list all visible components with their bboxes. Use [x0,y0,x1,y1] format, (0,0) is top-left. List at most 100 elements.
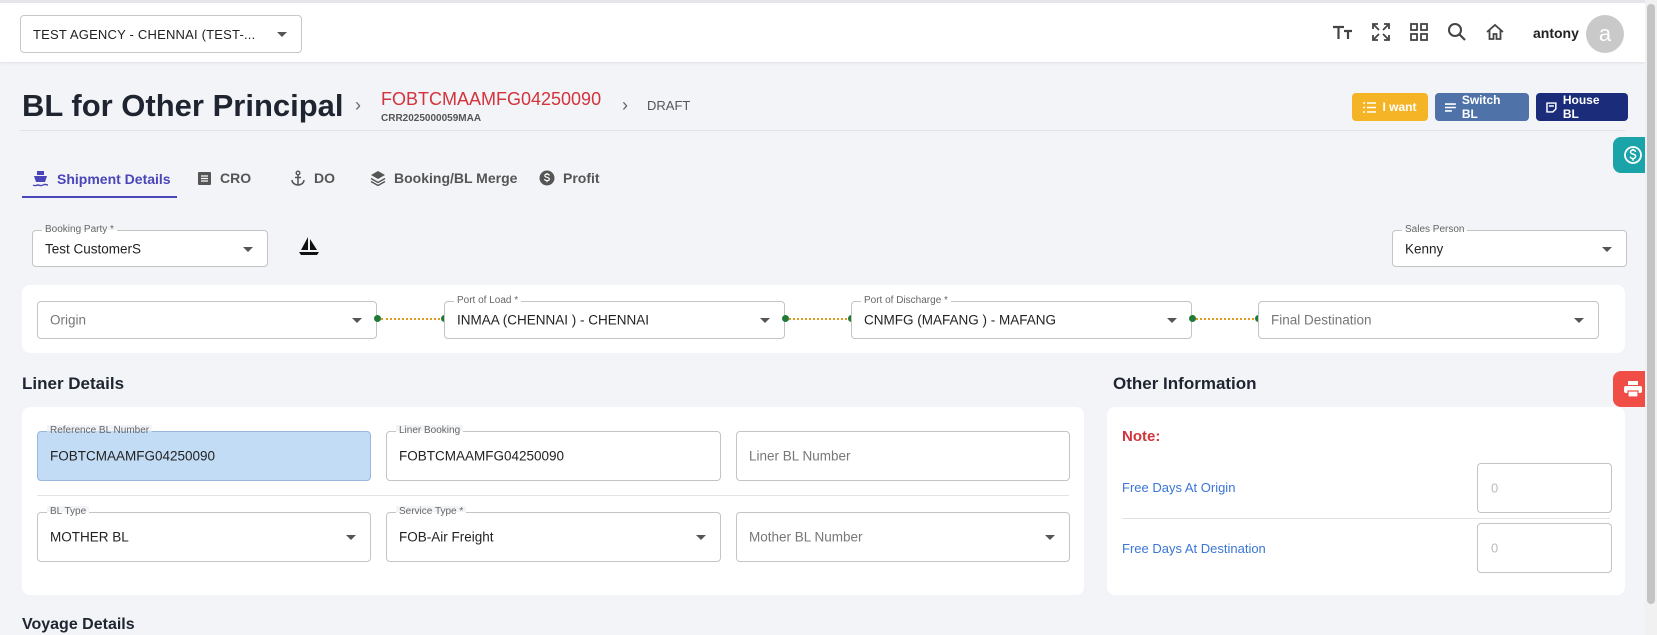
page-title: BL for Other Principal [22,88,344,123]
note-icon [1546,101,1557,113]
field-value: Test CustomerS [45,241,142,256]
bl-type-select[interactable]: BL Type MOTHER BL [37,506,371,562]
chevron-down-icon [277,32,287,37]
i-want-label: I want [1382,100,1417,114]
layers-icon [370,171,386,186]
chevron-down-icon [243,246,253,252]
field-value: MOTHER BL [50,529,129,545]
tab-label: DO [314,170,335,186]
home-icon[interactable] [1484,21,1506,43]
house-bl-label: House BL [1562,93,1600,121]
tab-label: Profit [563,170,600,186]
scrollbar-thumb[interactable] [1647,4,1655,604]
sailboat-icon[interactable] [298,235,320,262]
free-days-origin-input[interactable]: 0 [1477,463,1612,513]
tab-cro[interactable]: CRO [197,170,251,186]
switch-bl-label: Switch BL [1461,93,1501,121]
route-dot [1189,315,1196,322]
header-divider [20,130,1625,131]
agency-select[interactable]: TEST AGENCY - CHENNAI (TEST-... [20,15,302,53]
chevron-down-icon [1602,246,1612,252]
field-value: INMAA (CHENNAI ) - CHENNAI [457,312,650,328]
vertical-scrollbar[interactable] [1645,0,1657,635]
apps-icon[interactable] [1408,21,1430,43]
sales-person-select[interactable]: Sales Person Kenny [1392,224,1627,267]
liner-booking-field[interactable]: Liner Booking FOBTCMAAMFG04250090 [386,425,721,481]
field-label: Service Type * [396,506,467,518]
field-placeholder: Final Destination [1271,312,1372,328]
avatar[interactable]: a [1586,15,1624,53]
reference-bl-number-field[interactable]: Reference BL Number FOBTCMAAMFG04250090 [37,425,371,481]
voyage-details-title: Voyage Details [22,616,135,633]
anchor-icon [291,170,305,186]
route-dot [782,315,789,322]
bl-number: FOBTCMAAMFG04250090 [381,89,602,109]
tab-label: Shipment Details [57,170,171,187]
list-icon [198,171,211,185]
note-label: Note: [1122,428,1161,445]
field-placeholder: Origin [50,312,87,328]
field-label: Booking Party * [42,224,117,236]
tab-label: Booking/BL Merge [394,170,518,186]
booking-party-select[interactable]: Booking Party * Test CustomerS [32,224,268,267]
menu-icon [1445,102,1456,112]
field-label: BL Type [47,506,90,518]
field-label: Liner Booking [396,425,464,437]
switch-bl-button[interactable]: Switch BL [1435,93,1529,121]
agency-select-value: TEST AGENCY - CHENNAI (TEST-... [33,26,256,42]
free-days-origin-label: Free Days At Origin [1122,480,1236,495]
active-tab-indicator [22,196,177,198]
list-icon [1363,101,1377,113]
tab-booking-bl-merge[interactable]: Booking/BL Merge [370,170,517,186]
field-value: FOBTCMAAMFG04250090 [399,448,565,464]
search-icon[interactable] [1446,21,1468,43]
chevron-down-icon [1045,535,1055,540]
field-label: Port of Discharge * [861,295,951,307]
chevron-down-icon [760,318,770,323]
port-of-load-select[interactable]: Port of Load * INMAA (CHENNAI ) - CHENNA… [444,295,785,339]
text-size-icon[interactable] [1332,21,1354,43]
liner-bl-number-field[interactable]: Liner BL Number [736,431,1070,481]
tab-shipment-details[interactable]: Shipment Details [32,170,171,187]
service-type-select[interactable]: Service Type * FOB-Air Freight [386,506,721,562]
fullscreen-icon[interactable] [1370,21,1392,43]
top-bar: TEST AGENCY - CHENNAI (TEST-... antony a [0,0,1645,62]
field-label: Port of Load * [454,295,522,307]
route-connector [381,318,444,320]
i-want-button[interactable]: I want [1352,93,1428,121]
tab-profit[interactable]: Profit [539,170,600,186]
chevron-down-icon [696,535,706,540]
other-info-divider [1122,518,1610,519]
origin-select[interactable]: Origin [37,301,377,339]
route-dot [374,315,381,322]
house-bl-button[interactable]: House BL [1536,93,1628,121]
chevron-down-icon [1167,318,1177,323]
status-badge: DRAFT [647,98,691,113]
route-connector [1196,318,1258,320]
mother-bl-number-select[interactable]: Mother BL Number [736,512,1070,562]
username[interactable]: antony [1533,25,1579,41]
final-destination-select[interactable]: Final Destination [1258,301,1599,339]
tab-do[interactable]: DO [290,170,335,186]
tab-label: CRO [220,170,252,186]
field-placeholder: Liner BL Number [749,448,851,464]
bl-reference-code: CRR2025000059MAA [381,113,482,124]
printer-icon [1624,381,1642,398]
field-label: Sales Person [1402,224,1468,236]
top-icon-group [1332,21,1506,43]
field-value: FOB-Air Freight [399,529,494,545]
chevron-down-icon [352,318,362,323]
dollar-circle-icon [1624,146,1642,164]
field-placeholder: Mother BL Number [749,529,863,545]
free-days-destination-input[interactable]: 0 [1477,523,1612,573]
field-placeholder: 0 [1491,540,1499,556]
chevron-down-icon [346,535,356,540]
route-connector [789,318,851,320]
port-of-discharge-select[interactable]: Port of Discharge * CNMFG (MAFANG ) - MA… [851,295,1192,339]
liner-details-title: Liner Details [22,374,125,393]
field-value: Kenny [1405,241,1444,256]
liner-divider [37,495,1069,496]
field-value: FOBTCMAAMFG04250090 [50,448,216,464]
chevron-down-icon [1574,318,1584,323]
field-value: CNMFG (MAFANG ) - MAFANG [864,312,1056,328]
